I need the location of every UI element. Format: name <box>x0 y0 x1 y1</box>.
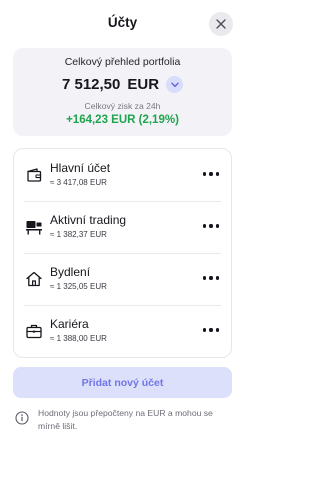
trading-desk-icon <box>26 221 42 235</box>
account-more-button[interactable] <box>203 271 219 285</box>
profit-24h-value: +164,23 EUR (2,19%) <box>66 114 179 126</box>
total-balance-row: 7 512,50 EUR <box>13 76 232 93</box>
account-name: Hlavní účet <box>50 161 111 175</box>
account-row-aktivni-trading[interactable]: Aktivní trading ≈ 1 382,37 EUR <box>14 201 231 253</box>
portfolio-summary-label: Celkový přehled portfolia <box>64 56 181 68</box>
account-name: Kariéra <box>50 317 89 331</box>
account-more-button[interactable] <box>203 323 219 337</box>
portfolio-summary-card: Celkový přehled portfolia 7 512,50 EUR C… <box>13 48 232 136</box>
account-balance: ≈ 3 417,08 EUR <box>50 178 107 187</box>
add-account-button[interactable]: Přidat nový účet <box>13 367 232 398</box>
account-row-kariera[interactable]: Kariéra ≈ 1 388,00 EUR <box>14 305 231 357</box>
profit-24h-label: Celkový zisk za 24h <box>84 101 161 111</box>
close-button[interactable] <box>209 12 233 36</box>
account-row-hlavni-ucet[interactable]: Hlavní účet ≈ 3 417,08 EUR <box>14 149 231 201</box>
conversion-note: Hodnoty jsou přepočteny na EUR a mohou s… <box>38 408 213 431</box>
account-balance: ≈ 1 382,37 EUR <box>50 230 107 239</box>
chevron-down-icon <box>170 82 179 87</box>
accounts-screen: Účty Celkový přehled portfolia 7 512,50 … <box>0 0 245 495</box>
close-icon <box>216 19 226 29</box>
house-icon <box>26 271 42 287</box>
total-balance-currency: EUR <box>127 76 160 93</box>
currency-select-button[interactable] <box>166 76 184 93</box>
total-balance-amount: 7 512,50 <box>61 76 121 93</box>
briefcase-icon <box>26 324 42 339</box>
account-more-button[interactable] <box>203 167 219 181</box>
wallet-icon <box>27 168 42 182</box>
account-balance: ≈ 1 325,05 EUR <box>50 282 107 291</box>
account-more-button[interactable] <box>203 219 219 233</box>
info-icon <box>15 411 29 425</box>
account-name: Aktivní trading <box>50 213 127 227</box>
account-balance: ≈ 1 388,00 EUR <box>50 334 107 343</box>
account-row-bydleni[interactable]: Bydlení ≈ 1 325,05 EUR <box>14 253 231 305</box>
account-name: Bydlení <box>50 265 91 279</box>
accounts-list: Hlavní účet ≈ 3 417,08 EUR Aktivní tradi… <box>13 148 232 358</box>
header: Účty <box>0 0 245 48</box>
